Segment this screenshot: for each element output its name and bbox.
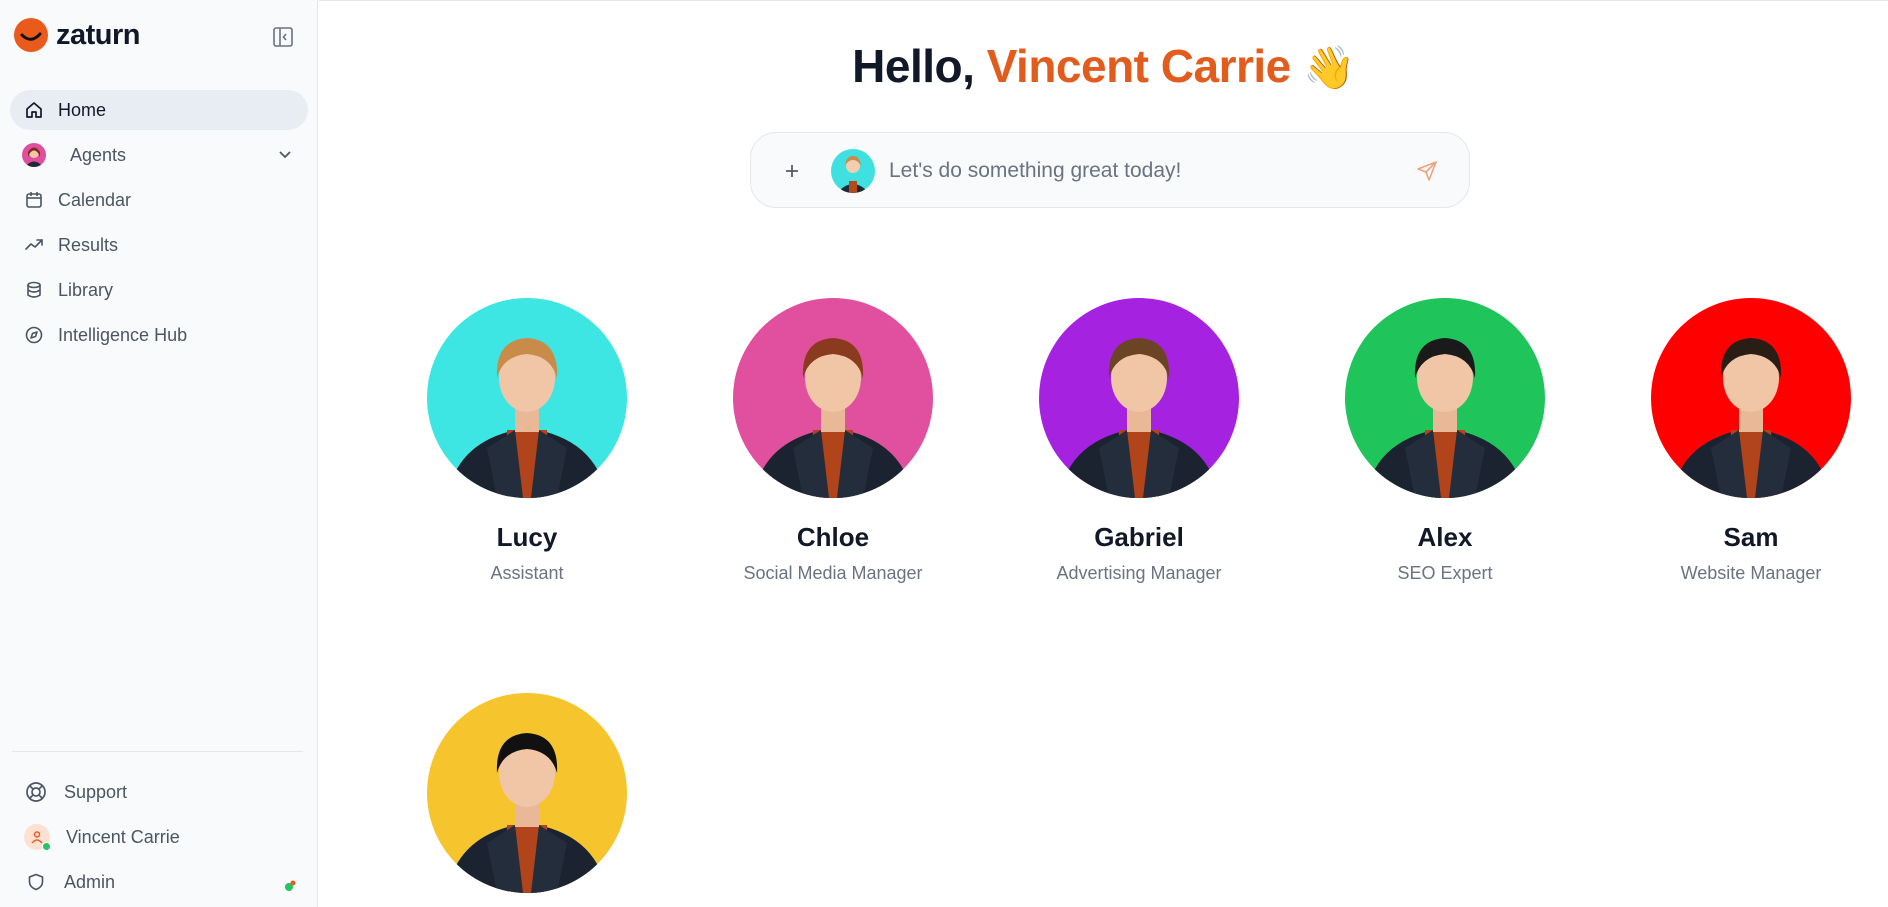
brand-name: zaturn	[56, 18, 141, 51]
agent-name: Sam	[1723, 522, 1779, 552]
brand[interactable]: zaturn	[14, 18, 141, 52]
send-icon[interactable]	[1415, 159, 1439, 183]
sidebar-item-library[interactable]: Library	[10, 270, 308, 310]
prompt-box	[750, 132, 1470, 208]
agent-portrait	[733, 298, 933, 498]
agent-card[interactable]: Gabriel Advertising Manager	[1019, 298, 1259, 584]
sidebar-item-admin[interactable]: Admin	[10, 862, 308, 902]
sidebar-bottom-nav: Support Vincent Carrie Admin	[10, 772, 308, 907]
home-icon	[24, 100, 44, 120]
sidebar-item-label: Calendar	[58, 189, 132, 210]
prompt-input[interactable]	[889, 151, 1389, 191]
online-status-dot	[42, 842, 51, 851]
greeting-name: Vincent Carrie	[986, 40, 1292, 92]
agent-avatar	[22, 143, 46, 167]
sidebar-item-label: Support	[64, 781, 128, 802]
sidebar-item-label: Admin	[64, 871, 116, 892]
sidebar-collapse-icon[interactable]	[270, 24, 296, 50]
agent-card[interactable]: Chloe Social Media Manager	[713, 298, 953, 584]
agent-portrait	[1651, 298, 1851, 498]
plus-icon[interactable]	[779, 158, 805, 184]
greeting-prefix: Hello,	[852, 40, 987, 92]
sidebar-item-label: Vincent Carrie	[66, 826, 180, 847]
agent-portrait	[427, 298, 627, 498]
agent-role: Social Media Manager	[743, 563, 923, 583]
sidebar-divider	[12, 751, 303, 752]
chevron-down-icon[interactable]	[276, 145, 294, 168]
agent-portrait	[1345, 298, 1545, 498]
database-icon	[24, 280, 44, 300]
agent-name: Lucy	[496, 522, 558, 552]
agent-role: SEO Expert	[1397, 563, 1493, 583]
agent-card[interactable]: Alex SEO Expert	[1325, 298, 1565, 584]
sidebar-item-label: Agents	[70, 144, 127, 165]
sidebar-item-results[interactable]: Results	[10, 225, 308, 265]
agent-name: Alex	[1417, 522, 1473, 552]
sidebar-item-intelligence-hub[interactable]: Intelligence Hub	[10, 315, 308, 355]
agent-role: Advertising Manager	[1056, 563, 1222, 583]
page-title: Hello, Vincent Carrie 👋	[319, 39, 1888, 93]
agent-card[interactable]	[407, 693, 647, 893]
agent-portrait	[1039, 298, 1239, 498]
sidebar: zaturn Home Agents Calendar Results Libr…	[0, 0, 318, 907]
agent-name: Gabriel	[1094, 522, 1184, 552]
compass-icon	[24, 325, 44, 345]
main-content: Hello, Vincent Carrie 👋 Lucy Assistant Chl…	[319, 0, 1888, 907]
sidebar-nav: Home Agents Calendar Results Library Int…	[10, 90, 308, 360]
sidebar-item-label: Home	[58, 99, 107, 120]
agent-card[interactable]: Lucy Assistant	[407, 298, 647, 584]
sidebar-item-label: Results	[58, 234, 119, 255]
assistant-avatar[interactable]	[831, 149, 875, 193]
sidebar-item-support[interactable]: Support	[10, 772, 308, 812]
zaturn-logo-icon	[14, 18, 48, 52]
shield-icon	[24, 870, 48, 894]
agent-card[interactable]: Sam Website Manager	[1631, 298, 1871, 584]
agent-portrait	[427, 693, 627, 893]
status-dots-icon	[284, 876, 296, 891]
sidebar-item-agents[interactable]: Agents	[10, 135, 308, 175]
sidebar-item-label: Library	[58, 279, 114, 300]
agent-role: Website Manager	[1680, 563, 1822, 583]
sidebar-item-user[interactable]: Vincent Carrie	[10, 817, 308, 857]
agent-role: Assistant	[490, 563, 564, 583]
sidebar-item-home[interactable]: Home	[10, 90, 308, 130]
agent-name: Chloe	[796, 522, 870, 552]
lifebuoy-icon	[24, 780, 48, 804]
user-avatar	[24, 824, 51, 851]
sidebar-item-calendar[interactable]: Calendar	[10, 180, 308, 220]
trending-up-icon	[24, 235, 44, 255]
wave-emoji: 👋	[1303, 44, 1355, 91]
calendar-icon	[24, 190, 44, 210]
sidebar-item-label: Intelligence Hub	[58, 324, 188, 345]
